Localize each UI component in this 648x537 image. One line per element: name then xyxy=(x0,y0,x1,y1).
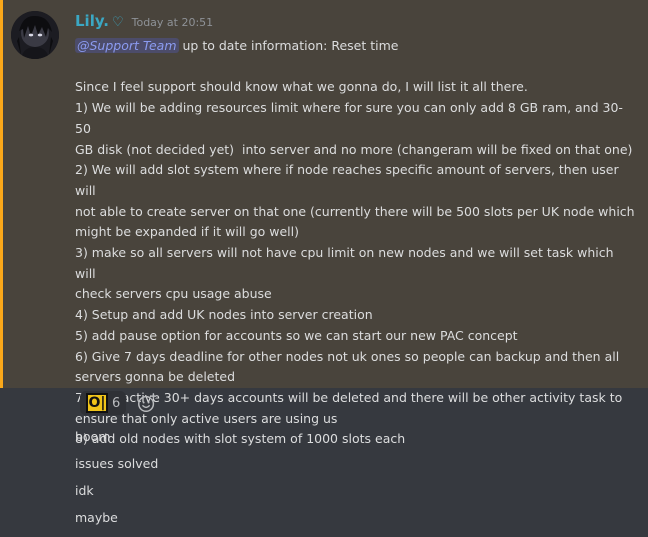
message-line: servers gonna be deleted xyxy=(75,369,236,385)
message-first-line-text: up to date information: Reset time xyxy=(178,38,399,53)
heart-icon: ♡ xyxy=(111,15,124,30)
avatar[interactable] xyxy=(11,11,59,59)
followup-message[interactable]: issues solved xyxy=(75,456,158,471)
message-line: 8) add old nodes with slot system of 100… xyxy=(75,431,406,447)
followup-message[interactable]: boom xyxy=(75,429,110,444)
message-content: @Support Team up to date information: Re… xyxy=(75,36,635,450)
message-line: might be expanded if it will go well) xyxy=(75,224,299,240)
message-lines: Since I feel support should know what we… xyxy=(75,57,635,450)
timestamp[interactable]: Today at 20:51 xyxy=(132,16,214,29)
username[interactable]: Lily. xyxy=(75,12,109,30)
avatar-image xyxy=(11,11,59,59)
message-header: Lily. ♡ Today at 20:51 xyxy=(75,11,213,33)
message-line: Since I feel support should know what we… xyxy=(75,79,528,95)
message-line: not able to create server on that one (c… xyxy=(75,203,635,219)
mention-highlight-bar xyxy=(0,0,3,388)
reaction-button[interactable]: O| 6 xyxy=(80,391,127,415)
custom-emoji-icon: O| xyxy=(86,393,108,413)
message-line xyxy=(75,57,635,78)
message-line: 3) make so all servers will not have cpu… xyxy=(75,245,618,281)
message-line: 5) add pause option for accounts so we c… xyxy=(75,327,518,343)
role-mention[interactable]: @Support Team xyxy=(75,38,179,53)
message-line: GB disk (not decided yet) into server an… xyxy=(75,141,633,157)
followup-message[interactable]: maybe xyxy=(75,510,118,525)
chat-view: Lily. ♡ Today at 20:51 @Support Team up to… xyxy=(0,0,648,537)
add-reaction-icon[interactable] xyxy=(136,392,158,414)
message-line: 4) Setup and add UK nodes into server cr… xyxy=(75,307,373,323)
message-first-line: @Support Team up to date information: Re… xyxy=(75,36,635,57)
followup-message[interactable]: idk xyxy=(75,483,94,498)
message-line: 6) Give 7 days deadline for other nodes … xyxy=(75,348,620,364)
message-line: ensure that only active users are using … xyxy=(75,410,338,426)
message-line: 2) We will add slot system where if node… xyxy=(75,162,623,198)
highlighted-message[interactable]: Lily. ♡ Today at 20:51 @Support Team up to… xyxy=(0,0,648,446)
message-line: check servers cpu usage abuse xyxy=(75,286,272,302)
message-line: 1) We will be adding resources limit whe… xyxy=(75,100,623,136)
reaction-bar: O| 6 xyxy=(80,389,158,417)
reaction-count: 6 xyxy=(112,395,121,411)
message-line: 7) all inactive 30+ days accounts will b… xyxy=(75,389,623,405)
